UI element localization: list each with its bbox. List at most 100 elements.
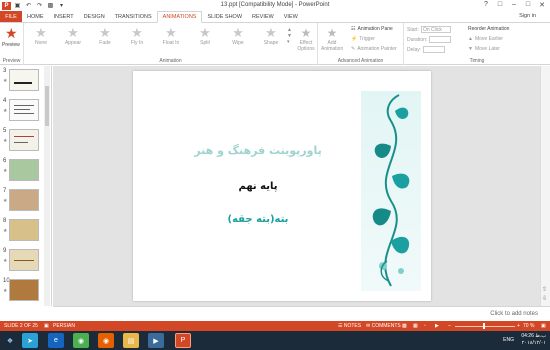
sign-in-link[interactable]: Sign in: [519, 13, 536, 19]
timing-group: Start: On Click Duration: Delay: Reorder …: [404, 23, 550, 65]
maximize-button[interactable]: □: [522, 1, 534, 8]
zoom-slider[interactable]: [455, 326, 515, 327]
fit-slide-icon[interactable]: ▣: [541, 323, 546, 329]
slide-thumbnail[interactable]: [9, 279, 39, 301]
animation-star-icon: ★: [3, 138, 8, 144]
notes-pane[interactable]: Click to add notes: [53, 306, 550, 321]
animation-pane-icon: ☷: [351, 26, 356, 32]
duration-field[interactable]: Duration:: [407, 36, 452, 43]
notes-placeholder[interactable]: Click to add notes: [490, 311, 538, 317]
slide-subtitle[interactable]: پایه نهم: [153, 181, 363, 192]
thumbnail-number: 8: [3, 218, 7, 224]
start-field[interactable]: Start: On Click: [407, 26, 451, 33]
slide-title[interactable]: پاورپوینت فرهنگ و هنر: [153, 144, 363, 157]
tab-design[interactable]: DESIGN: [79, 11, 110, 22]
trigger-button[interactable]: ⚡ Trigger: [351, 36, 375, 42]
file-explorer-icon[interactable]: ▤: [123, 333, 139, 348]
move-earlier-button[interactable]: ▲ Move Earlier: [468, 36, 503, 42]
delay-field[interactable]: Delay:: [407, 46, 446, 53]
animation-group: ★ None ★ Appear ★ Fade ★ Fly In ★ Float In ★ S…: [24, 23, 318, 65]
floral-ornament-image: [361, 91, 421, 291]
zoom-in-icon[interactable]: +: [517, 323, 520, 329]
firefox-icon[interactable]: ◉: [98, 333, 114, 348]
reading-view-icon[interactable]: ▫: [424, 323, 426, 329]
tab-animations[interactable]: ANIMATIONS: [156, 11, 203, 23]
zoom-slider-handle[interactable]: [483, 323, 485, 329]
tab-file[interactable]: FILE: [0, 11, 22, 22]
effect-none[interactable]: ★ None: [26, 26, 56, 47]
effect-fade[interactable]: ★ Fade: [90, 26, 120, 47]
star-icon: ★: [199, 25, 211, 40]
chrome-icon[interactable]: ◉: [73, 333, 89, 348]
language-indicator[interactable]: PERSIAN: [53, 323, 75, 329]
animation-painter-button[interactable]: ✎ Animation Painter: [351, 46, 397, 52]
start-button-icon[interactable]: ❖: [2, 333, 18, 348]
status-bar: SLIDE 2 OF 25 ▣ PERSIAN ☰ NOTES ✉ COMMEN…: [0, 321, 550, 331]
slideshow-view-icon[interactable]: ▶: [435, 323, 439, 329]
internet-explorer-icon[interactable]: e: [48, 333, 64, 348]
thumbnail-number: 7: [3, 188, 7, 194]
gallery-scroll-icon[interactable]: ▲ ▼ ▾: [287, 27, 292, 45]
slide-thumbnail[interactable]: [9, 189, 39, 211]
effect-float-in[interactable]: ★ Float In: [156, 26, 186, 47]
save-icon[interactable]: ▣: [13, 1, 22, 10]
zoom-level[interactable]: 70 %: [523, 323, 534, 329]
effect-fly-in[interactable]: ★ Fly In: [122, 26, 152, 47]
tab-review[interactable]: REVIEW: [247, 11, 279, 22]
telegram-icon[interactable]: ➤: [22, 333, 38, 348]
customize-qat-icon[interactable]: ▾: [57, 1, 66, 10]
next-slide-icon[interactable]: ⇩: [542, 295, 547, 302]
ribbon-tabs: FILE HOME INSERT DESIGN TRANSITIONS ANIM…: [0, 11, 550, 23]
slide-thumbnail[interactable]: [9, 249, 39, 271]
tab-view[interactable]: VIEW: [279, 11, 303, 22]
previous-slide-icon[interactable]: ⇧: [542, 286, 547, 293]
slide-text[interactable]: بته(بته جقه): [153, 214, 363, 225]
effect-options-icon: ★: [300, 26, 312, 40]
effect-split[interactable]: ★ Split: [190, 25, 220, 47]
help-icon[interactable]: ?: [480, 1, 492, 8]
effect-shape[interactable]: ★ Shape: [256, 26, 286, 47]
minimize-button[interactable]: –: [508, 1, 520, 8]
effect-options-button[interactable]: ★ Effect Options: [294, 26, 318, 52]
notes-toggle[interactable]: ☰ NOTES: [338, 323, 361, 329]
ribbon-display-icon[interactable]: □: [494, 1, 506, 8]
slide-thumbnail[interactable]: [9, 69, 39, 91]
trigger-icon: ⚡: [351, 36, 358, 42]
preview-icon[interactable]: ★: [5, 25, 18, 42]
start-slideshow-icon[interactable]: ▩: [46, 1, 55, 10]
thumbnail-number: 9: [3, 248, 7, 254]
effect-wipe[interactable]: ★ Wipe: [223, 26, 253, 47]
tab-transitions[interactable]: TRANSITIONS: [110, 11, 157, 22]
comments-toggle[interactable]: ✉ COMMENTS: [366, 323, 401, 329]
slide-thumbnail[interactable]: [9, 129, 39, 151]
current-slide[interactable]: پاورپوینت فرهنگ و هنر پایه نهم بته(بته ج…: [133, 71, 431, 301]
tab-slide-show[interactable]: SLIDE SHOW: [202, 11, 247, 22]
slide-scrollbar[interactable]: ⇧ ⇩: [540, 66, 550, 306]
preview-button[interactable]: Preview: [2, 42, 20, 48]
thumbnails-scrollbar-thumb[interactable]: [45, 86, 49, 126]
media-player-icon[interactable]: ▶: [148, 333, 164, 348]
move-later-button[interactable]: ▼ Move Later: [468, 46, 500, 52]
clock-time: 04:26 ب.ظ: [521, 333, 546, 339]
redo-icon[interactable]: ↷: [35, 1, 44, 10]
slide-thumbnail[interactable]: [9, 219, 39, 241]
tab-home[interactable]: HOME: [22, 11, 49, 22]
undo-icon[interactable]: ↶: [24, 1, 33, 10]
tab-insert[interactable]: INSERT: [49, 11, 79, 22]
thumbnail-number: 4: [3, 98, 7, 104]
animation-pane-button[interactable]: ☷ Animation Pane: [351, 26, 393, 32]
spell-check-icon[interactable]: ▣: [44, 323, 49, 329]
slide-thumbnail[interactable]: [9, 99, 39, 121]
slide-sorter-icon[interactable]: ▦: [413, 323, 418, 329]
arrow-up-icon: ▲: [468, 36, 473, 42]
zoom-out-icon[interactable]: –: [448, 323, 451, 329]
close-button[interactable]: ✕: [536, 1, 548, 9]
slide-thumbnail[interactable]: [9, 159, 39, 181]
star-icon: ★: [67, 25, 79, 40]
add-animation-button[interactable]: ★ Add Animation: [321, 26, 343, 52]
effect-appear[interactable]: ★ Appear: [58, 25, 88, 47]
system-clock[interactable]: 04:26 ب.ظ ۲۰۱۸/۱۲/۰۱: [521, 333, 546, 347]
normal-view-icon[interactable]: ▩: [402, 323, 407, 329]
powerpoint-taskbar-icon[interactable]: P: [175, 333, 191, 348]
input-language[interactable]: ENG: [503, 337, 514, 343]
